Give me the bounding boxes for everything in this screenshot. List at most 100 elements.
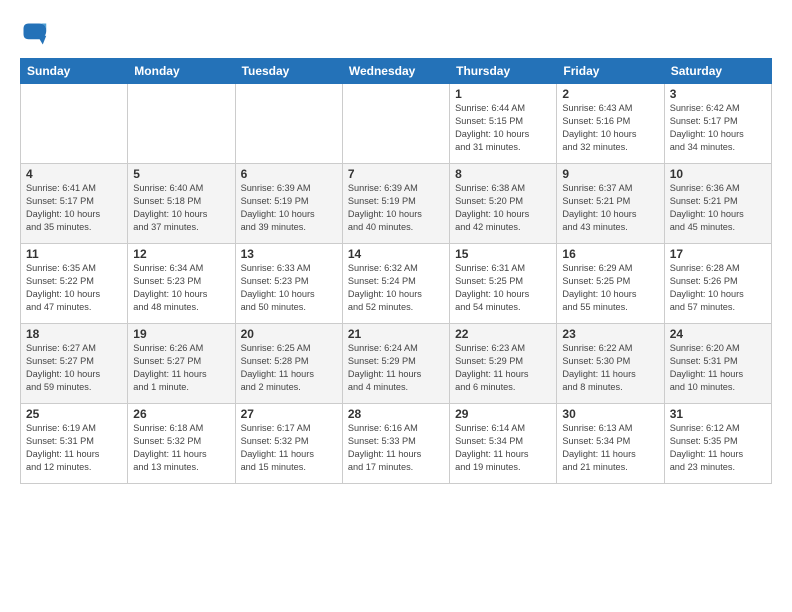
weekday-header-thursday: Thursday [450,59,557,84]
day-info: Sunrise: 6:25 AM Sunset: 5:28 PM Dayligh… [241,342,337,394]
day-number: 23 [562,327,658,341]
header [20,16,772,48]
calendar-cell: 14Sunrise: 6:32 AM Sunset: 5:24 PM Dayli… [342,244,449,324]
weekday-header-row: SundayMondayTuesdayWednesdayThursdayFrid… [21,59,772,84]
weekday-header-friday: Friday [557,59,664,84]
day-info: Sunrise: 6:42 AM Sunset: 5:17 PM Dayligh… [670,102,766,154]
week-row-4: 18Sunrise: 6:27 AM Sunset: 5:27 PM Dayli… [21,324,772,404]
day-info: Sunrise: 6:43 AM Sunset: 5:16 PM Dayligh… [562,102,658,154]
day-number: 17 [670,247,766,261]
week-row-2: 4Sunrise: 6:41 AM Sunset: 5:17 PM Daylig… [21,164,772,244]
logo-icon [20,20,48,48]
calendar-cell: 25Sunrise: 6:19 AM Sunset: 5:31 PM Dayli… [21,404,128,484]
calendar-cell: 12Sunrise: 6:34 AM Sunset: 5:23 PM Dayli… [128,244,235,324]
day-info: Sunrise: 6:29 AM Sunset: 5:25 PM Dayligh… [562,262,658,314]
calendar-cell: 17Sunrise: 6:28 AM Sunset: 5:26 PM Dayli… [664,244,771,324]
calendar-cell: 30Sunrise: 6:13 AM Sunset: 5:34 PM Dayli… [557,404,664,484]
calendar-cell: 10Sunrise: 6:36 AM Sunset: 5:21 PM Dayli… [664,164,771,244]
day-info: Sunrise: 6:23 AM Sunset: 5:29 PM Dayligh… [455,342,551,394]
day-info: Sunrise: 6:36 AM Sunset: 5:21 PM Dayligh… [670,182,766,234]
logo [20,20,50,48]
day-info: Sunrise: 6:19 AM Sunset: 5:31 PM Dayligh… [26,422,122,474]
calendar-cell: 26Sunrise: 6:18 AM Sunset: 5:32 PM Dayli… [128,404,235,484]
day-number: 24 [670,327,766,341]
day-number: 20 [241,327,337,341]
day-number: 15 [455,247,551,261]
page: SundayMondayTuesdayWednesdayThursdayFrid… [0,0,792,494]
day-info: Sunrise: 6:18 AM Sunset: 5:32 PM Dayligh… [133,422,229,474]
calendar-cell: 31Sunrise: 6:12 AM Sunset: 5:35 PM Dayli… [664,404,771,484]
week-row-5: 25Sunrise: 6:19 AM Sunset: 5:31 PM Dayli… [21,404,772,484]
weekday-header-sunday: Sunday [21,59,128,84]
day-number: 18 [26,327,122,341]
calendar-cell: 20Sunrise: 6:25 AM Sunset: 5:28 PM Dayli… [235,324,342,404]
day-info: Sunrise: 6:35 AM Sunset: 5:22 PM Dayligh… [26,262,122,314]
calendar-cell: 15Sunrise: 6:31 AM Sunset: 5:25 PM Dayli… [450,244,557,324]
day-number: 16 [562,247,658,261]
day-number: 29 [455,407,551,421]
calendar-cell [21,84,128,164]
day-number: 12 [133,247,229,261]
calendar-cell: 9Sunrise: 6:37 AM Sunset: 5:21 PM Daylig… [557,164,664,244]
calendar-cell: 27Sunrise: 6:17 AM Sunset: 5:32 PM Dayli… [235,404,342,484]
weekday-header-monday: Monday [128,59,235,84]
calendar-cell: 19Sunrise: 6:26 AM Sunset: 5:27 PM Dayli… [128,324,235,404]
day-number: 30 [562,407,658,421]
day-number: 22 [455,327,551,341]
week-row-1: 1Sunrise: 6:44 AM Sunset: 5:15 PM Daylig… [21,84,772,164]
day-number: 2 [562,87,658,101]
day-number: 6 [241,167,337,181]
calendar-cell [128,84,235,164]
day-info: Sunrise: 6:41 AM Sunset: 5:17 PM Dayligh… [26,182,122,234]
day-info: Sunrise: 6:39 AM Sunset: 5:19 PM Dayligh… [348,182,444,234]
calendar-cell: 6Sunrise: 6:39 AM Sunset: 5:19 PM Daylig… [235,164,342,244]
day-info: Sunrise: 6:32 AM Sunset: 5:24 PM Dayligh… [348,262,444,314]
calendar-cell: 11Sunrise: 6:35 AM Sunset: 5:22 PM Dayli… [21,244,128,324]
calendar-cell: 8Sunrise: 6:38 AM Sunset: 5:20 PM Daylig… [450,164,557,244]
day-info: Sunrise: 6:44 AM Sunset: 5:15 PM Dayligh… [455,102,551,154]
calendar-cell: 1Sunrise: 6:44 AM Sunset: 5:15 PM Daylig… [450,84,557,164]
day-number: 3 [670,87,766,101]
weekday-header-wednesday: Wednesday [342,59,449,84]
day-number: 5 [133,167,229,181]
day-info: Sunrise: 6:40 AM Sunset: 5:18 PM Dayligh… [133,182,229,234]
day-number: 10 [670,167,766,181]
day-number: 11 [26,247,122,261]
day-info: Sunrise: 6:24 AM Sunset: 5:29 PM Dayligh… [348,342,444,394]
calendar-cell: 29Sunrise: 6:14 AM Sunset: 5:34 PM Dayli… [450,404,557,484]
day-number: 31 [670,407,766,421]
calendar-cell: 21Sunrise: 6:24 AM Sunset: 5:29 PM Dayli… [342,324,449,404]
calendar-cell: 3Sunrise: 6:42 AM Sunset: 5:17 PM Daylig… [664,84,771,164]
day-info: Sunrise: 6:38 AM Sunset: 5:20 PM Dayligh… [455,182,551,234]
day-number: 21 [348,327,444,341]
weekday-header-tuesday: Tuesday [235,59,342,84]
calendar-cell: 22Sunrise: 6:23 AM Sunset: 5:29 PM Dayli… [450,324,557,404]
day-info: Sunrise: 6:28 AM Sunset: 5:26 PM Dayligh… [670,262,766,314]
calendar-cell: 4Sunrise: 6:41 AM Sunset: 5:17 PM Daylig… [21,164,128,244]
day-info: Sunrise: 6:39 AM Sunset: 5:19 PM Dayligh… [241,182,337,234]
day-number: 25 [26,407,122,421]
day-info: Sunrise: 6:37 AM Sunset: 5:21 PM Dayligh… [562,182,658,234]
calendar-cell: 13Sunrise: 6:33 AM Sunset: 5:23 PM Dayli… [235,244,342,324]
day-info: Sunrise: 6:20 AM Sunset: 5:31 PM Dayligh… [670,342,766,394]
calendar-cell: 5Sunrise: 6:40 AM Sunset: 5:18 PM Daylig… [128,164,235,244]
day-info: Sunrise: 6:26 AM Sunset: 5:27 PM Dayligh… [133,342,229,394]
day-number: 9 [562,167,658,181]
day-info: Sunrise: 6:16 AM Sunset: 5:33 PM Dayligh… [348,422,444,474]
calendar-cell: 16Sunrise: 6:29 AM Sunset: 5:25 PM Dayli… [557,244,664,324]
day-info: Sunrise: 6:12 AM Sunset: 5:35 PM Dayligh… [670,422,766,474]
calendar-cell: 24Sunrise: 6:20 AM Sunset: 5:31 PM Dayli… [664,324,771,404]
calendar-cell: 28Sunrise: 6:16 AM Sunset: 5:33 PM Dayli… [342,404,449,484]
calendar-cell [235,84,342,164]
weekday-header-saturday: Saturday [664,59,771,84]
week-row-3: 11Sunrise: 6:35 AM Sunset: 5:22 PM Dayli… [21,244,772,324]
calendar-cell: 7Sunrise: 6:39 AM Sunset: 5:19 PM Daylig… [342,164,449,244]
day-number: 28 [348,407,444,421]
day-number: 7 [348,167,444,181]
day-info: Sunrise: 6:33 AM Sunset: 5:23 PM Dayligh… [241,262,337,314]
day-number: 1 [455,87,551,101]
calendar-cell [342,84,449,164]
day-number: 19 [133,327,229,341]
day-info: Sunrise: 6:31 AM Sunset: 5:25 PM Dayligh… [455,262,551,314]
day-info: Sunrise: 6:27 AM Sunset: 5:27 PM Dayligh… [26,342,122,394]
